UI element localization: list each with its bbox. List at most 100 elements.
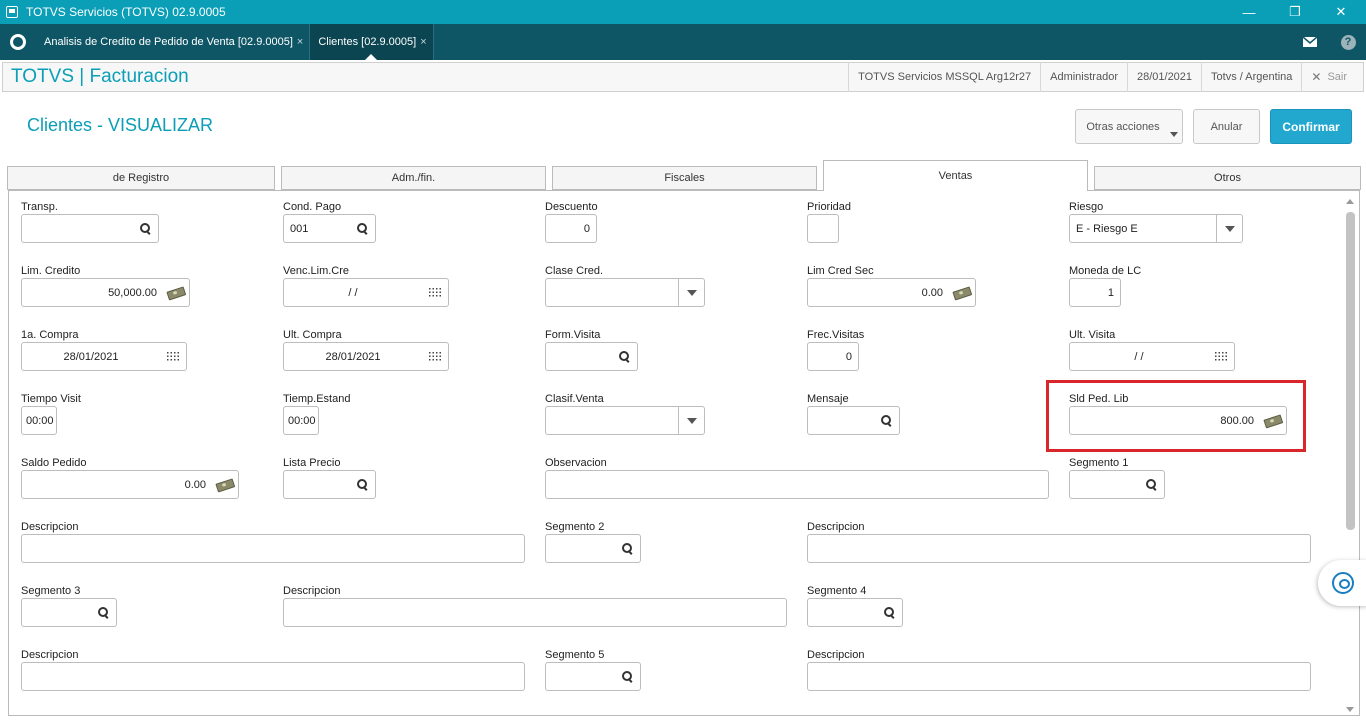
segmento3-field[interactable] <box>21 598 117 627</box>
riesgo-value: E - Riesgo E <box>1076 222 1138 235</box>
form-visita-field[interactable] <box>545 342 638 371</box>
restore-button[interactable]: ❐ <box>1272 0 1318 24</box>
folder-tab-adm-fin[interactable]: Adm./fin. <box>281 166 546 190</box>
tiemp-estand-field[interactable]: 00:00 <box>283 406 319 435</box>
calendar-icon[interactable] <box>422 343 448 370</box>
prioridad-field[interactable] <box>807 214 839 243</box>
lim-credito-field[interactable]: 50,000.00 <box>21 278 190 307</box>
folder-tab-ventas[interactable]: Ventas <box>823 160 1088 191</box>
help-icon[interactable]: ? <box>1330 24 1366 60</box>
tab-clientes[interactable]: Clientes [02.9.0005] × <box>310 24 434 60</box>
folder-tab-otros[interactable]: Otros <box>1094 166 1361 190</box>
tab-analisis-credito[interactable]: Analisis de Credito de Pedido de Venta [… <box>36 24 311 60</box>
clasif-venta-select[interactable] <box>545 406 705 435</box>
descripcion5-field[interactable] <box>807 662 1311 691</box>
scrollbar-thumb[interactable] <box>1346 212 1355 530</box>
segmento4-field[interactable] <box>807 598 903 627</box>
primera-compra-value: 28/01/2021 <box>63 350 119 363</box>
cond-pago-field[interactable]: 001 <box>283 214 376 243</box>
transp-field[interactable] <box>21 214 159 243</box>
date-info: 28/01/2021 <box>1126 62 1201 92</box>
venc-lim-cre-field[interactable]: / / <box>283 278 449 307</box>
exit-button[interactable]: ✕ Sair <box>1301 62 1363 92</box>
segmento5-label: Segmento 5 <box>545 649 605 661</box>
transp-label: Transp. <box>21 201 58 213</box>
search-icon[interactable] <box>349 215 375 242</box>
search-icon[interactable] <box>90 599 116 626</box>
cond-pago-label: Cond. Pago <box>283 201 342 213</box>
saldo-pedido-field[interactable]: 0.00 <box>21 470 239 499</box>
venc-lim-cre-label: Venc.Lim.Cre <box>283 265 350 277</box>
cancel-button[interactable]: Anular <box>1193 109 1260 144</box>
mail-icon[interactable] <box>1292 24 1328 60</box>
descripcion2-label: Descripcion <box>807 521 865 533</box>
search-icon[interactable] <box>614 535 640 562</box>
other-actions-label: Otras acciones <box>1086 120 1160 133</box>
riesgo-select[interactable]: E - Riesgo E <box>1069 214 1243 243</box>
search-icon[interactable] <box>614 663 640 690</box>
folder-tab-fiscales[interactable]: Fiscales <box>552 166 817 190</box>
clase-cred-select[interactable] <box>545 278 705 307</box>
calendar-icon[interactable] <box>422 279 448 306</box>
dropdown-arrow-icon[interactable] <box>1216 215 1242 242</box>
descripcion4-field[interactable] <box>21 662 525 691</box>
moneda-lc-value: 1 <box>1107 286 1114 299</box>
observacion-field[interactable] <box>545 470 1049 499</box>
search-icon[interactable] <box>349 471 375 498</box>
lim-cred-sec-field[interactable]: 0.00 <box>807 278 976 307</box>
ult-visita-field[interactable]: / / <box>1069 342 1235 371</box>
dropdown-arrow-icon[interactable] <box>678 407 704 434</box>
moneda-lc-field[interactable]: 1 <box>1069 278 1121 307</box>
search-icon[interactable] <box>876 599 902 626</box>
server-info: TOTVS Servicios MSSQL Arg12r27 <box>848 62 1040 92</box>
search-icon[interactable] <box>1138 471 1164 498</box>
ult-visita-value: / / <box>1134 350 1144 363</box>
search-icon[interactable] <box>611 343 637 370</box>
close-window-button[interactable]: ✕ <box>1318 0 1364 24</box>
frec-visitas-field[interactable]: 0 <box>807 342 859 371</box>
descuento-field[interactable]: 0 <box>545 214 597 243</box>
venc-lim-cre-value: / / <box>348 286 358 299</box>
descripcion3-field[interactable] <box>283 598 787 627</box>
search-icon[interactable] <box>132 215 158 242</box>
descuento-label: Descuento <box>545 201 598 213</box>
descripcion1-label: Descripcion <box>21 521 79 533</box>
segmento5-field[interactable] <box>545 662 641 691</box>
segmento1-field[interactable] <box>1069 470 1165 499</box>
lista-precio-field[interactable] <box>283 470 376 499</box>
help-glyph: ? <box>1340 34 1356 50</box>
money-icon[interactable] <box>949 279 975 306</box>
scroll-down-icon[interactable] <box>1346 707 1354 712</box>
tab-close-icon[interactable]: × <box>297 36 303 48</box>
totvs-logo-icon[interactable] <box>0 24 36 60</box>
form-visita-label: Form.Visita <box>545 329 601 341</box>
calendar-icon[interactable] <box>160 343 186 370</box>
tab-close-icon[interactable]: × <box>420 36 426 48</box>
window-titlebar: TOTVS Servicios (TOTVS) 02.9.0005 — ❐ ✕ <box>0 0 1366 24</box>
confirm-button[interactable]: Confirmar <box>1270 109 1352 144</box>
tiempo-visit-value: 00:00 <box>26 414 54 427</box>
lim-credito-label: Lim. Credito <box>21 265 81 277</box>
descripcion1-field[interactable] <box>21 534 525 563</box>
money-icon[interactable] <box>163 279 189 306</box>
ult-compra-field[interactable]: 28/01/2021 <box>283 342 449 371</box>
mensaje-field[interactable] <box>807 406 900 435</box>
scroll-up-icon[interactable] <box>1346 199 1354 204</box>
exit-label: Sair <box>1327 71 1347 83</box>
descripcion2-field[interactable] <box>807 534 1311 563</box>
dropdown-arrow-icon[interactable] <box>678 279 704 306</box>
minimize-button[interactable]: — <box>1226 0 1272 24</box>
search-icon[interactable] <box>873 407 899 434</box>
folder-tab-registro[interactable]: de Registro <box>7 166 275 190</box>
tiempo-visit-field[interactable]: 00:00 <box>21 406 57 435</box>
segmento2-field[interactable] <box>545 534 641 563</box>
frec-visitas-value: 0 <box>845 350 852 363</box>
other-actions-button[interactable]: Otras acciones <box>1075 109 1183 144</box>
money-icon[interactable] <box>212 471 238 498</box>
segmento3-label: Segmento 3 <box>21 585 81 597</box>
calendar-icon[interactable] <box>1208 343 1234 370</box>
chat-assistant-button[interactable] <box>1318 560 1366 606</box>
ult-visita-label: Ult. Visita <box>1069 329 1116 341</box>
moneda-lc-label: Moneda de LC <box>1069 265 1142 277</box>
primera-compra-field[interactable]: 28/01/2021 <box>21 342 187 371</box>
